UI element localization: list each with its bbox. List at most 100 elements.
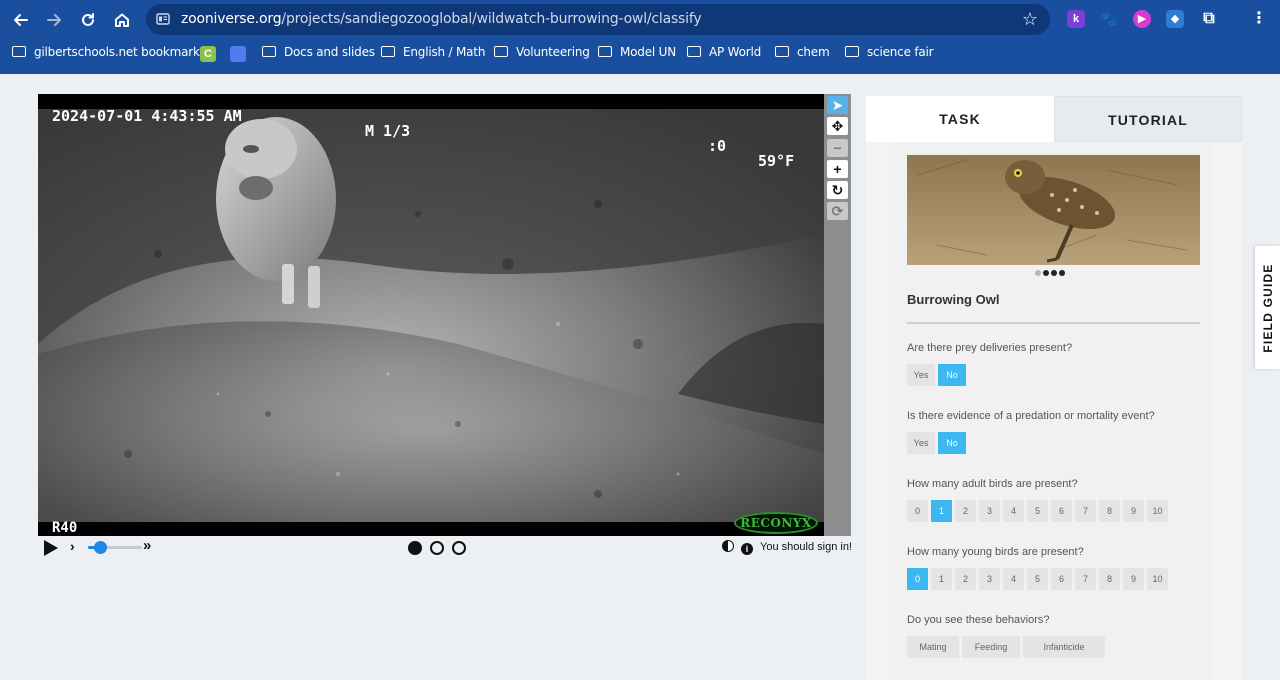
rotate-icon[interactable]: ↻ [827, 181, 848, 199]
answer-option[interactable]: 4 [1003, 568, 1024, 590]
app-c-icon[interactable]: C [200, 46, 216, 62]
subject-image-viewer[interactable]: 2024-07-01 4:43:55 AM M 1/3 :0 59°F R40 … [38, 94, 824, 536]
move-icon[interactable]: ✥ [827, 117, 848, 135]
answer-option[interactable]: 8 [1099, 500, 1120, 522]
faster-icon[interactable]: » [143, 537, 151, 554]
question-text: How many young birds are present? [907, 546, 1084, 558]
app-blue-icon[interactable] [230, 46, 246, 62]
slower-icon[interactable]: › [70, 538, 75, 554]
task-panel: TASK TUTORIAL Burrowing Owl Are there pr… [866, 96, 1242, 680]
folder-icon [381, 46, 395, 57]
browser-toolbar: zooniverse.org/projects/sandiegozoogloba… [0, 0, 1280, 38]
camera-info-bar: 2024-07-01 4:43:55 AM M 1/3 :0 59°F [38, 94, 824, 169]
answer-option[interactable]: 10 [1147, 568, 1168, 590]
site-info-icon[interactable] [156, 12, 170, 26]
contrast-icon[interactable] [721, 540, 734, 552]
reset-icon[interactable]: ⟳ [827, 202, 848, 220]
answer-option[interactable]: 3 [979, 568, 1000, 590]
answer-option[interactable]: 2 [955, 500, 976, 522]
bookmark-label: science fair [867, 45, 934, 59]
folder-icon [262, 46, 276, 57]
bookmark-label: Volunteering [516, 45, 590, 59]
answer-option[interactable]: 1 [931, 568, 952, 590]
extensions-puzzle-icon[interactable]: ⧉ [1200, 10, 1218, 28]
answer-option[interactable]: 7 [1075, 568, 1096, 590]
camera-timestamp: 2024-07-01 4:43:55 AM [52, 107, 242, 125]
folder-icon [775, 46, 789, 57]
answer-option[interactable]: 6 [1051, 500, 1072, 522]
answer-option[interactable]: Yes [907, 432, 935, 454]
camera-trap-photo [38, 94, 824, 536]
tab-tutorial[interactable]: TUTORIAL [1054, 96, 1242, 142]
bookmark-label: Model UN [620, 45, 677, 59]
answer-option[interactable]: 6 [1051, 568, 1072, 590]
answer-option[interactable]: 8 [1099, 568, 1120, 590]
pointer-icon[interactable]: ➤ [827, 96, 848, 114]
folder-icon [598, 46, 612, 57]
answer-option[interactable]: 5 [1027, 500, 1048, 522]
answer-option[interactable]: 4 [1003, 500, 1024, 522]
cat-extension-icon[interactable]: 🐾 [1100, 10, 1118, 28]
reload-icon[interactable] [75, 7, 101, 33]
image-pager-dot[interactable] [1059, 270, 1065, 276]
question-text: How many adult birds are present? [907, 478, 1078, 490]
k-extension-icon[interactable]: k [1067, 10, 1085, 28]
play-icon[interactable] [44, 540, 58, 556]
forward-arrow-icon[interactable] [41, 7, 67, 33]
answer-option[interactable]: Mating [907, 636, 959, 658]
url-text: zooniverse.org/projects/sandiegozoogloba… [181, 11, 702, 27]
bookmark-volunteering[interactable]: Volunteering [494, 45, 590, 63]
answer-option[interactable]: 7 [1075, 500, 1096, 522]
playback-controls: › » i You should sign in! [38, 537, 852, 558]
answer-option[interactable]: 9 [1123, 500, 1144, 522]
folder-icon [494, 46, 508, 57]
zoom-in-icon[interactable]: + [827, 160, 848, 178]
bookmark-gilbertschools[interactable]: gilbertschools.net bookmarks [12, 45, 206, 63]
answer-option[interactable]: 3 [979, 500, 1000, 522]
answer-option[interactable]: Feeding [962, 636, 1020, 658]
bookmark-label: chem [797, 45, 830, 59]
frame-dot[interactable] [430, 541, 444, 555]
frame-dot[interactable] [452, 541, 466, 555]
bookmark-docs-and-slides[interactable]: Docs and slides [262, 45, 375, 63]
question-text: Is there evidence of a predation or mort… [907, 410, 1155, 422]
answer-option[interactable]: 9 [1123, 568, 1144, 590]
bookmark-ap-world[interactable]: AP World [687, 45, 761, 63]
answer-option[interactable]: 1 [931, 500, 952, 522]
answer-option[interactable]: 2 [955, 568, 976, 590]
field-guide-tab[interactable]: FIELD GUIDE [1255, 246, 1280, 369]
speed-slider-thumb[interactable] [93, 541, 107, 554]
question-text: Are there prey deliveries present? [907, 342, 1073, 354]
answer-option[interactable]: 0 [907, 500, 928, 522]
camera-frame-indicator: M 1/3 [365, 122, 411, 140]
frame-dot[interactable] [408, 541, 422, 555]
puzzle-color-extension-icon[interactable]: ◆ [1166, 10, 1184, 28]
url-path: /projects/sandiegozooglobal/wildwatch-bu… [281, 11, 702, 27]
moon-phase-indicator: :0 [708, 137, 727, 155]
answer-option[interactable]: Yes [907, 364, 935, 386]
bookmark-science-fair[interactable]: science fair [845, 45, 934, 63]
answer-option[interactable]: No [938, 364, 966, 386]
species-example-image [907, 155, 1200, 265]
answer-option[interactable]: Infanticide [1023, 636, 1105, 658]
home-icon[interactable] [109, 7, 135, 33]
address-bar[interactable]: zooniverse.org/projects/sandiegozoogloba… [146, 4, 1050, 35]
back-arrow-icon[interactable] [8, 7, 34, 33]
answer-option[interactable]: 5 [1027, 568, 1048, 590]
camera-extension-icon[interactable]: ▶ [1133, 10, 1151, 28]
image-pager-dot[interactable] [1043, 270, 1049, 276]
tab-task[interactable]: TASK [866, 96, 1054, 142]
bookmark-english-math[interactable]: English / Math [381, 45, 485, 63]
answer-option[interactable]: No [938, 432, 966, 454]
bookmark-star-icon[interactable]: ☆ [1022, 9, 1038, 30]
zoom-out-icon[interactable]: − [827, 139, 848, 157]
image-pager-dot[interactable] [1051, 270, 1057, 276]
bookmark-model-un[interactable]: Model UN [598, 45, 676, 63]
answer-option[interactable]: 0 [907, 568, 928, 590]
bookmark-chem[interactable]: chem [775, 45, 830, 63]
browser-menu-icon[interactable]: ⋮ [1250, 10, 1268, 28]
folder-icon [845, 46, 859, 57]
answer-option[interactable]: 10 [1147, 500, 1168, 522]
info-icon[interactable]: i [740, 543, 753, 555]
image-pager-dot[interactable] [1035, 270, 1041, 276]
